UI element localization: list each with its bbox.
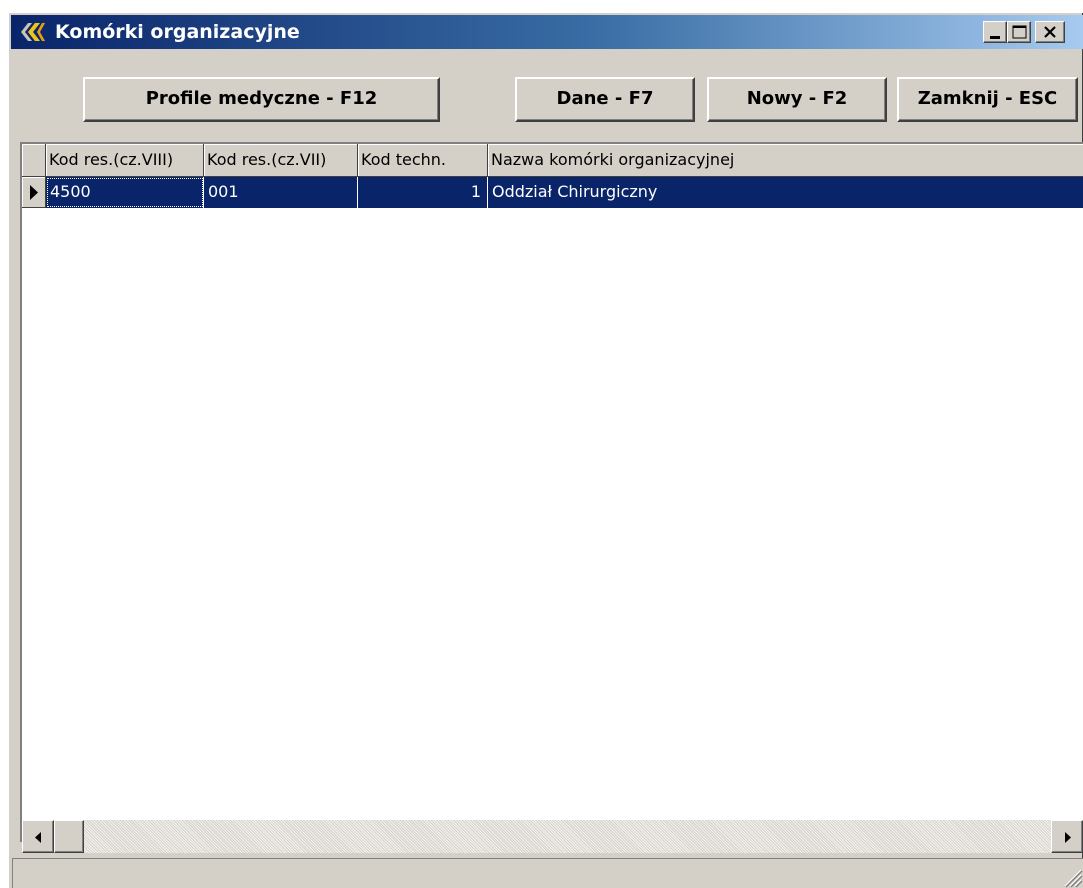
- minimize-icon: [990, 36, 1000, 39]
- row-indicator[interactable]: [22, 177, 46, 208]
- title-bar[interactable]: Komórki organizacyjne: [11, 15, 1083, 49]
- column-header-nazwa[interactable]: Nazwa komórki organizacyjnej: [488, 144, 1083, 177]
- column-header-kod-techn[interactable]: Kod techn.: [358, 144, 488, 177]
- current-row-arrow-icon: [30, 185, 38, 200]
- data-grid[interactable]: Kod res.(cz.VIII) Kod res.(cz.VII) Kod t…: [20, 142, 1083, 842]
- nowy-button[interactable]: Nowy - F2: [707, 77, 887, 122]
- cell-kod-techn[interactable]: 1: [358, 177, 488, 208]
- zamknij-button[interactable]: Zamknij - ESC: [897, 77, 1078, 122]
- minimize-button[interactable]: [983, 21, 1007, 43]
- scroll-right-arrow-icon: [1065, 832, 1071, 843]
- column-header-kod-res-viii[interactable]: Kod res.(cz.VIII): [46, 144, 204, 177]
- scroll-left-arrow-icon: [35, 832, 41, 843]
- close-button[interactable]: [1035, 21, 1065, 43]
- app-logo-icon: [16, 21, 46, 43]
- window-title: Komórki organizacyjne: [55, 21, 300, 43]
- maximize-icon: [1012, 25, 1027, 39]
- window: Komórki organizacyjne Profile medyczne -…: [8, 12, 1083, 888]
- horizontal-scrollbar[interactable]: [22, 820, 1083, 853]
- column-header-kod-res-vii[interactable]: Kod res.(cz.VII): [204, 144, 358, 177]
- maximize-button[interactable]: [1007, 21, 1031, 43]
- dane-button[interactable]: Dane - F7: [515, 77, 695, 122]
- profile-medyczne-button[interactable]: Profile medyczne - F12: [83, 77, 440, 122]
- table-row[interactable]: 4500 001 1 Oddział Chirurgiczny: [22, 177, 1083, 208]
- size-grip-icon[interactable]: [1059, 864, 1083, 888]
- status-text: [13, 859, 1057, 887]
- scroll-left-button[interactable]: [22, 820, 54, 853]
- header-indicator-cell: [22, 144, 46, 177]
- status-bar: [12, 858, 1083, 888]
- close-icon: [1044, 26, 1056, 38]
- cell-kod-res-vii[interactable]: 001: [204, 177, 358, 208]
- scroll-right-button[interactable]: [1051, 820, 1083, 853]
- cell-kod-res-viii[interactable]: 4500: [46, 177, 204, 208]
- grid-header: Kod res.(cz.VIII) Kod res.(cz.VII) Kod t…: [22, 144, 1083, 177]
- scroll-thumb[interactable]: [54, 820, 84, 853]
- cell-nazwa[interactable]: Oddział Chirurgiczny: [488, 177, 1083, 208]
